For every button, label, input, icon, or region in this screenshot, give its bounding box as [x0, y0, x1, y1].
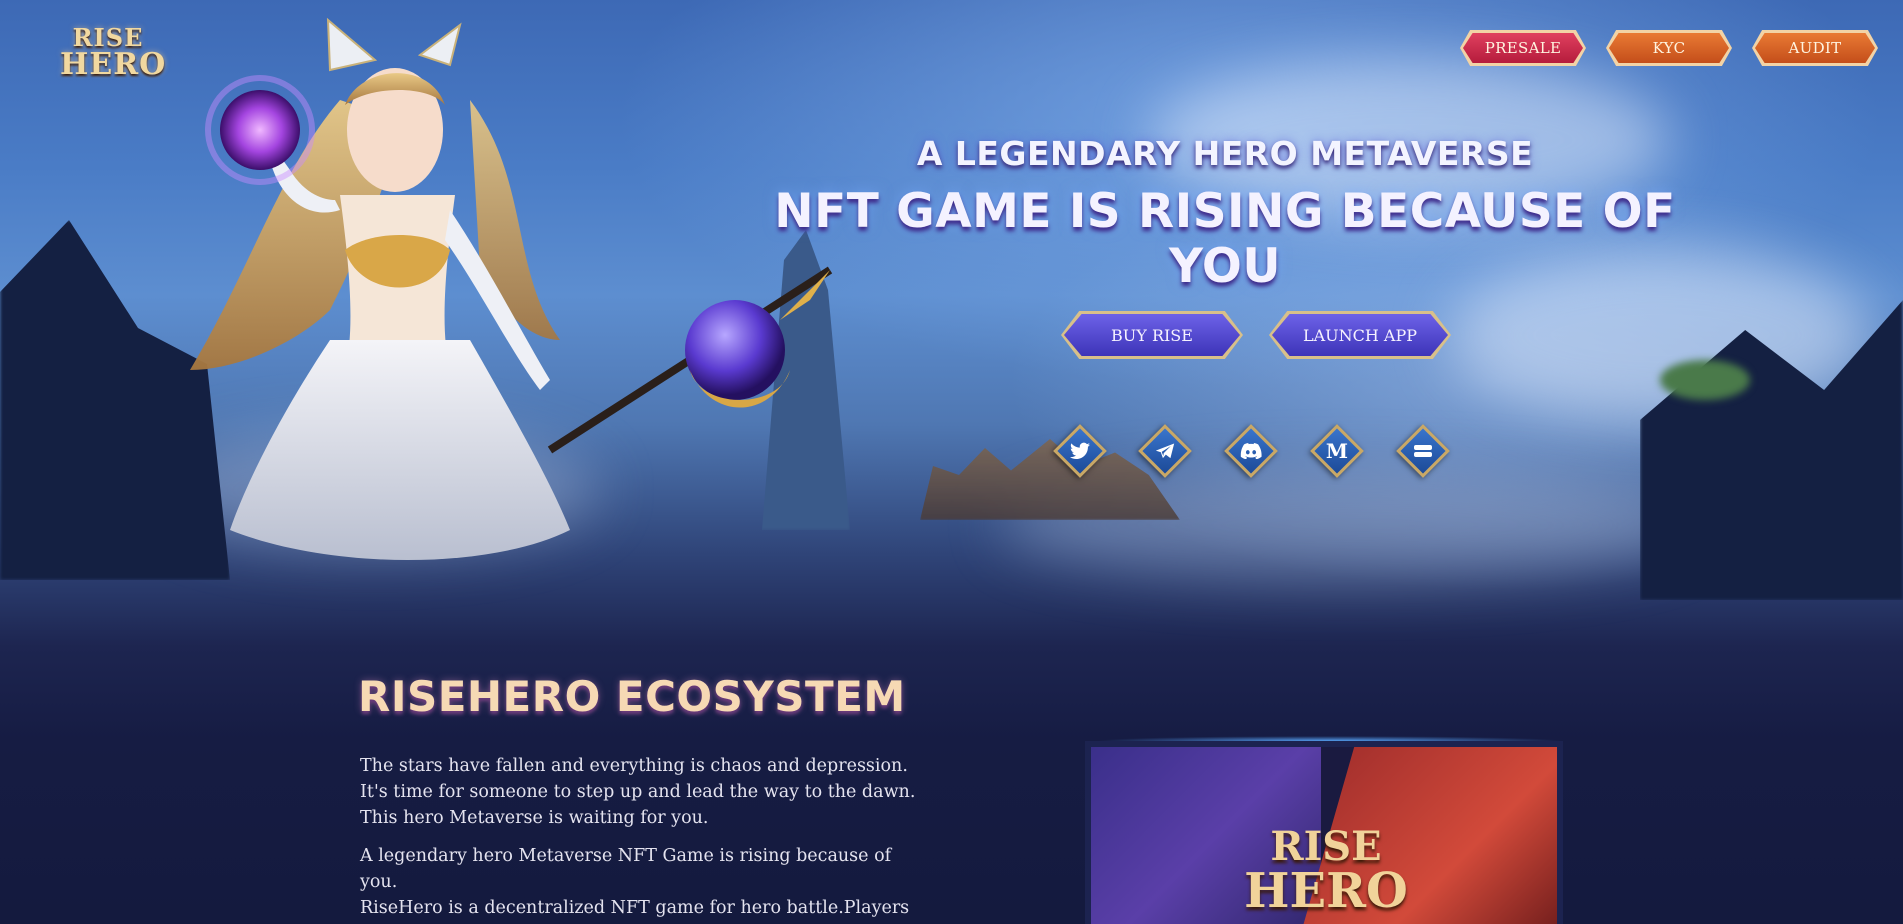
kyc-label: KYC [1652, 39, 1686, 57]
twitter-link[interactable] [1053, 424, 1107, 478]
gitbook-link[interactable] [1396, 424, 1450, 478]
telegram-icon [1138, 424, 1192, 478]
buy-rise-button[interactable]: BUY RISE [1061, 311, 1243, 359]
ecosystem-paragraph-1: The stars have fallen and everything is … [360, 756, 916, 828]
hero-subtitle: A LEGENDARY HERO METAVERSE [916, 134, 1534, 173]
kyc-button[interactable]: KYC [1606, 30, 1732, 66]
telegram-link[interactable] [1138, 424, 1192, 478]
medium-link[interactable]: M [1310, 424, 1364, 478]
medium-icon: M [1325, 439, 1349, 463]
presale-button[interactable]: PRESALE [1460, 30, 1586, 66]
video-thumbnail[interactable]: RISE HERO [1085, 741, 1563, 924]
heroine-illustration [190, 17, 833, 560]
presale-label: PRESALE [1484, 39, 1562, 57]
risehero-logo[interactable]: RISE HERO [60, 18, 165, 98]
buy-rise-label: BUY RISE [1111, 325, 1193, 345]
gitbook-icon [1396, 424, 1450, 478]
launch-app-label: LAUNCH APP [1302, 325, 1418, 345]
twitter-icon [1053, 424, 1107, 478]
thumbnail-logo: RISE HERO [1244, 823, 1408, 919]
audit-label: AUDIT [1788, 39, 1842, 57]
launch-app-button[interactable]: LAUNCH APP [1269, 311, 1451, 359]
ecosystem-title: RISEHERO ECOSYSTEM [358, 672, 906, 721]
discord-link[interactable] [1224, 424, 1278, 478]
audit-button[interactable]: AUDIT [1752, 30, 1878, 66]
discord-icon [1224, 424, 1278, 478]
ecosystem-paragraph-2: A legendary hero Metaverse NFT Game is r… [360, 846, 910, 918]
hero-title: NFT GAME IS RISING BECAUSE OF YOU [774, 184, 1676, 294]
